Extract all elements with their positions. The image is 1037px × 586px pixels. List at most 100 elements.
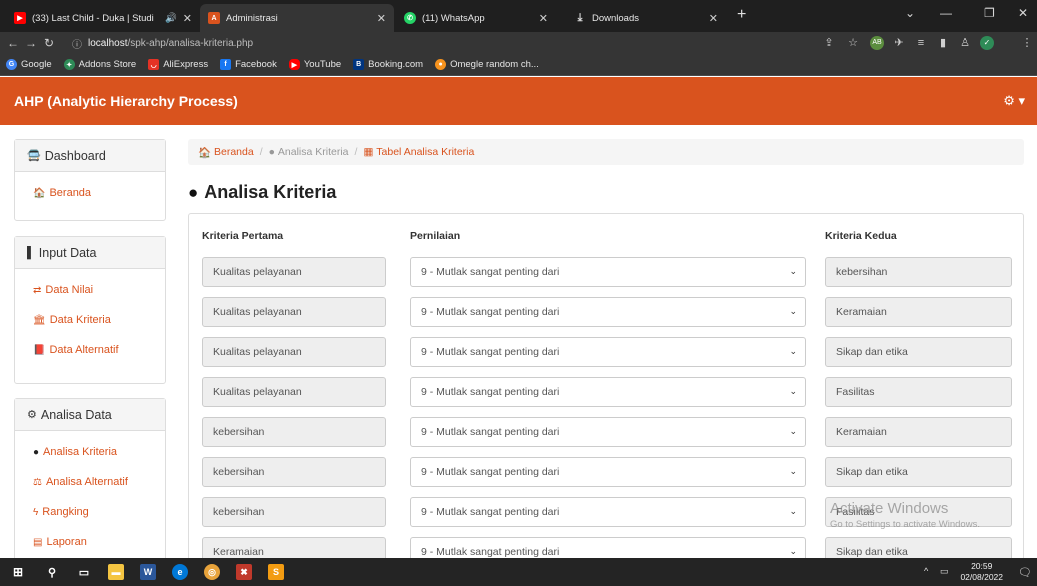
cogs-icon: ⚙: [27, 409, 37, 421]
reading-list-icon[interactable]: ≡: [914, 36, 928, 50]
close-icon[interactable]: ✕: [377, 12, 386, 25]
bookmark-booking[interactable]: B Booking.com: [353, 59, 423, 70]
breadcrumb-separator: /: [354, 146, 358, 158]
xampp-icon[interactable]: ✖: [236, 564, 252, 580]
bookmark-label: Booking.com: [368, 59, 424, 70]
sidebar-item-beranda[interactable]: 🏠 Beranda: [33, 182, 153, 204]
bookmark-youtube[interactable]: ▶ YouTube: [288, 59, 342, 70]
criteria-first-field: Kualitas pelayanan: [202, 377, 386, 407]
chevron-down-icon: ⌄: [789, 506, 797, 516]
extension-rocket-icon[interactable]: ✈: [892, 36, 906, 50]
breadcrumb-home[interactable]: Beranda: [214, 146, 254, 158]
menu-icon[interactable]: ⋮: [1020, 36, 1034, 50]
windows-start-icon[interactable]: ⊞: [10, 564, 26, 580]
bookmark-addons[interactable]: ✦ Addons Store: [63, 59, 136, 70]
sidebar-item-data-kriteria[interactable]: 🏛 Data Kriteria: [33, 309, 153, 331]
bookmark-omegle[interactable]: ● Omegle random ch...: [435, 59, 539, 70]
info-icon[interactable]: ⓘ: [72, 36, 82, 51]
panel-title: Input Data: [38, 245, 97, 260]
bookmark-label: YouTube: [303, 59, 342, 70]
close-icon[interactable]: ✕: [183, 12, 192, 25]
tab-whatsapp[interactable]: ✆ (11) WhatsApp ✕: [396, 4, 556, 32]
minimize-icon[interactable]: —: [940, 6, 952, 20]
breadcrumb-middle[interactable]: Analisa Kriteria: [278, 146, 349, 158]
rating-select[interactable]: 9 - Mutlak sangat penting dari ⌄: [410, 297, 806, 327]
sublime-icon[interactable]: S: [268, 564, 284, 580]
gear-icon[interactable]: ⚙ ▾: [1003, 93, 1025, 109]
profile-icon[interactable]: ♙: [958, 36, 972, 50]
battery-icon[interactable]: ▭: [940, 566, 949, 577]
back-icon[interactable]: ←: [4, 36, 22, 50]
rating-select[interactable]: 9 - Mutlak sangat penting dari ⌄: [410, 457, 806, 487]
side-panel-icon[interactable]: ▮: [936, 36, 950, 50]
brand-title[interactable]: AHP (Analytic Hierarchy Process): [14, 93, 238, 109]
tray-chevron-icon[interactable]: ^: [924, 566, 928, 576]
chrome-icon[interactable]: ◎: [204, 564, 220, 580]
extension-check-icon[interactable]: ✓: [980, 36, 994, 50]
file-explorer-icon[interactable]: ▬: [108, 564, 124, 580]
taskbar-clock[interactable]: 20:59 02/08/2022: [960, 561, 1003, 583]
sidebar-item-data-nilai[interactable]: ⇄ Data Nilai: [33, 279, 153, 301]
sidebar-item-label: Laporan: [46, 536, 87, 548]
tab-administrasi[interactable]: A Administrasi ✕: [200, 4, 394, 32]
tab-search-icon[interactable]: ⌄: [905, 6, 915, 20]
home-icon[interactable]: 🏠: [198, 146, 214, 159]
sidebar-item-analisa-alternatif[interactable]: ⚖ Analisa Alternatif: [33, 471, 153, 493]
rating-select[interactable]: 9 - Mutlak sangat penting dari ⌄: [410, 257, 806, 287]
sidebar-item-analisa-kriteria[interactable]: ● Analisa Kriteria: [33, 441, 153, 463]
sidebar-dashboard-panel: 🚍 Dashboard 🏠 Beranda: [14, 139, 166, 221]
word-icon[interactable]: W: [140, 564, 156, 580]
close-icon[interactable]: ✕: [539, 12, 548, 25]
star-icon[interactable]: ☆: [846, 36, 860, 50]
chevron-down-icon: ⌄: [789, 346, 797, 356]
sidebar-analisa-panel: ⚙ Analisa Data ● Analisa Kriteria ⚖ Analisa…: [14, 398, 166, 568]
column-header-second: Kriteria Kedua: [825, 230, 897, 242]
criteria-second-field: Keramaian: [825, 417, 1012, 447]
tab-youtube[interactable]: ▶ (33) Last Child - Duka | Studi 🔊 ✕: [6, 4, 200, 32]
sidebar-item-laporan[interactable]: ▤ Laporan: [33, 531, 153, 553]
notification-icon[interactable]: 🗨: [1018, 566, 1032, 579]
rating-select[interactable]: 9 - Mutlak sangat penting dari ⌄: [410, 377, 806, 407]
watermark-title: Activate Windows: [830, 500, 949, 517]
sidebar-item-rangking[interactable]: ϟ Rangking: [33, 501, 153, 523]
new-tab-button[interactable]: +: [737, 6, 746, 24]
url-field[interactable]: ⓘ localhost/spk-ahp/analisa-kriteria.php: [66, 34, 806, 52]
chevron-down-icon: ⌄: [789, 306, 797, 316]
rating-select[interactable]: 9 - Mutlak sangat penting dari ⌄: [410, 337, 806, 367]
search-icon[interactable]: ⚲: [44, 564, 60, 580]
share-icon[interactable]: ⇪: [822, 36, 836, 50]
book-icon: 📕: [33, 344, 46, 356]
forward-icon[interactable]: →: [22, 36, 40, 50]
task-view-icon[interactable]: ▭: [76, 564, 92, 580]
sidebar-item-data-alternatif[interactable]: 📕 Data Alternatif: [33, 339, 153, 361]
chevron-down-icon: ⌄: [789, 546, 797, 556]
panel-title: Dashboard: [44, 148, 106, 163]
rating-select[interactable]: 9 - Mutlak sangat penting dari ⌄: [410, 497, 806, 527]
bookmark-google[interactable]: G Google: [6, 59, 52, 70]
chevron-down-icon: ⌄: [789, 466, 797, 476]
rating-value: 9 - Mutlak sangat penting dari: [421, 386, 560, 398]
bookmark-facebook[interactable]: f Facebook: [220, 59, 277, 70]
edge-icon[interactable]: e: [172, 564, 188, 580]
sidebar-item-label: Rangking: [42, 506, 89, 518]
rating-value: 9 - Mutlak sangat penting dari: [421, 466, 560, 478]
reload-icon[interactable]: ↻: [40, 36, 58, 50]
criteria-first-field: kebersihan: [202, 457, 386, 487]
tab-downloads[interactable]: ⤓ Downloads ✕: [566, 4, 726, 32]
bookmark-label: Facebook: [235, 59, 277, 70]
extension-ab-icon[interactable]: AB: [870, 36, 884, 50]
close-icon[interactable]: ✕: [709, 12, 718, 25]
audio-icon[interactable]: 🔊: [165, 13, 177, 24]
table-icon: ▦: [363, 146, 377, 158]
sidebar-item-label: Beranda: [49, 187, 92, 199]
rating-select[interactable]: 9 - Mutlak sangat penting dari ⌄: [410, 417, 806, 447]
bookmark-aliexpress[interactable]: ◡ AliExpress: [148, 59, 208, 70]
tab-title: Downloads: [592, 12, 639, 24]
criteria-second-field: Keramaian: [825, 297, 1012, 327]
chevron-down-icon: ⌄: [789, 266, 797, 276]
sidebar-input-panel: ▌ Input Data ⇄ Data Nilai 🏛 Data Kriteria 📕…: [14, 236, 166, 384]
maximize-icon[interactable]: ❐: [984, 6, 995, 20]
panel-heading: ⚙ Analisa Data: [15, 399, 165, 431]
criteria-first-field: Kualitas pelayanan: [202, 297, 386, 327]
close-window-icon[interactable]: ✕: [1018, 6, 1028, 20]
